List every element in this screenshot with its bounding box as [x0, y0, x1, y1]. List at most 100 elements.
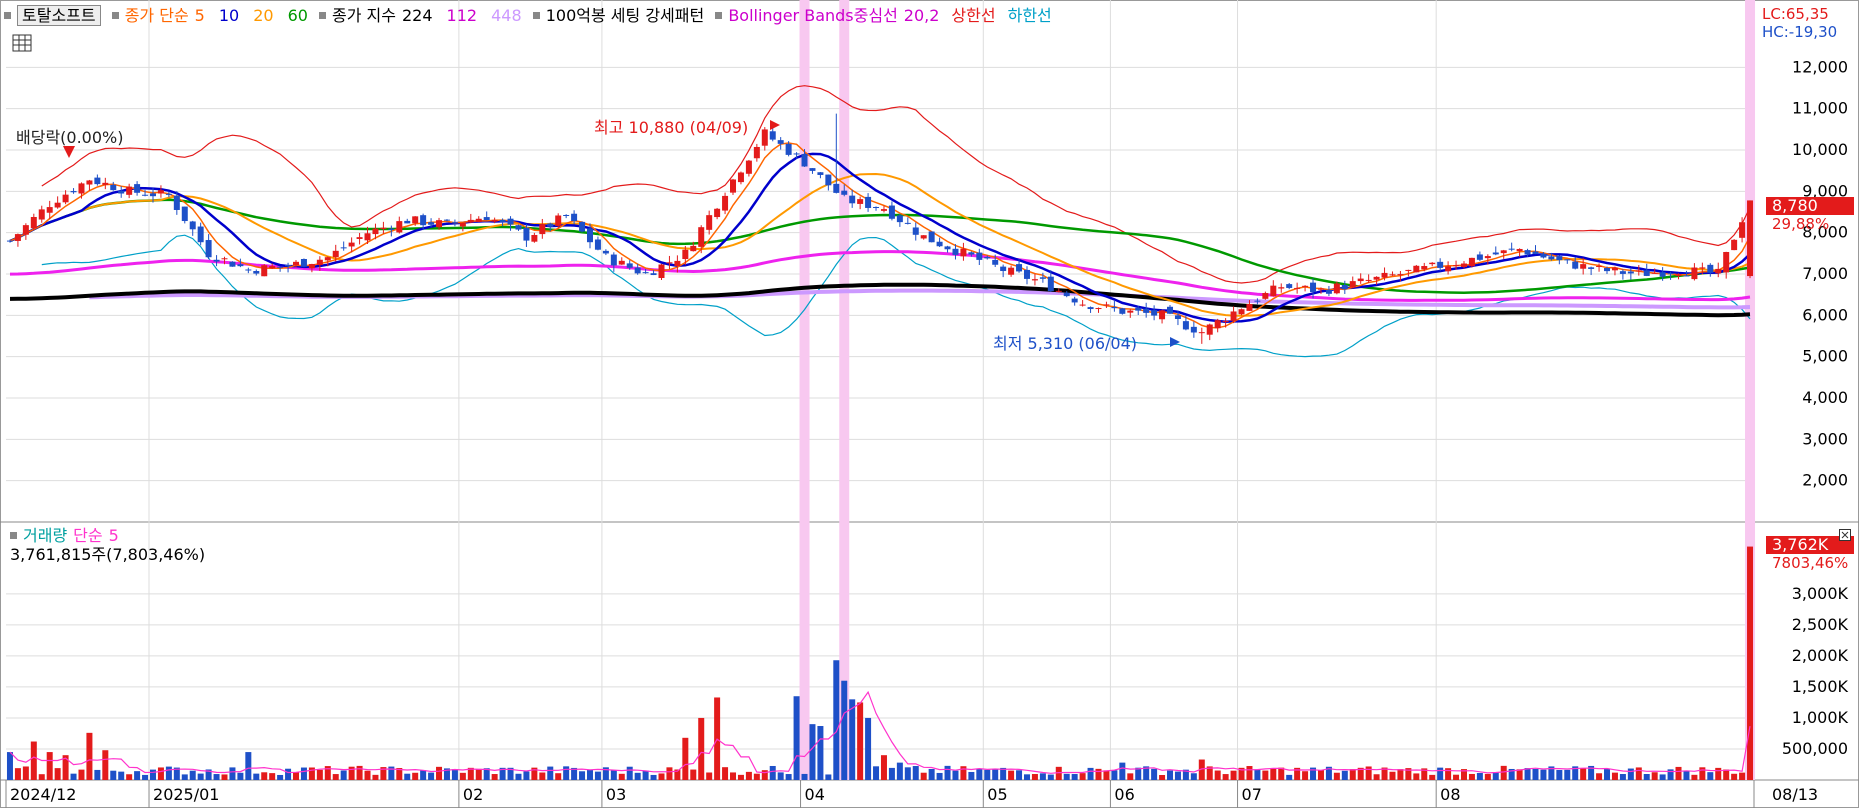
idx-period-448[interactable]: 448 — [491, 6, 522, 25]
candle-body — [1119, 308, 1126, 314]
volume-bar — [436, 766, 443, 780]
candle-body — [1699, 267, 1706, 269]
volume-ma-label[interactable]: 단순 — [73, 526, 102, 545]
candle-body — [976, 252, 983, 260]
candle-body — [523, 227, 530, 241]
volume-bar — [761, 770, 768, 780]
idx-label[interactable]: 종가 지수 — [332, 6, 396, 25]
volume-label[interactable]: 거래량 — [23, 526, 67, 545]
legend-square-icon[interactable] — [715, 12, 723, 19]
volume-tag-change: 7803,46% — [1772, 554, 1849, 572]
candle-body — [420, 215, 427, 226]
volume-bar — [690, 769, 697, 780]
candle-body — [817, 172, 824, 175]
volume-bar — [245, 752, 252, 780]
ma-label[interactable]: 종가 단순 — [125, 6, 189, 25]
volume-bar — [1699, 767, 1706, 780]
volume-bar — [896, 762, 903, 780]
volume-bar — [412, 772, 419, 780]
volume-bar — [14, 768, 21, 780]
candle-body — [1659, 272, 1666, 277]
candle-body — [555, 215, 562, 226]
candle-body — [1016, 264, 1023, 272]
candle-body — [968, 252, 975, 255]
candle-body — [928, 231, 935, 243]
candle-body — [1580, 264, 1587, 269]
bb-lower[interactable]: 하한선 — [1008, 6, 1052, 25]
volume-bar — [706, 772, 713, 780]
volume-ma-period[interactable]: 5 — [109, 526, 119, 545]
candle-body — [602, 250, 609, 254]
legend-square-icon[interactable] — [532, 12, 540, 19]
low-arrow-icon — [1170, 337, 1180, 347]
candle-body — [1214, 320, 1221, 329]
candle-body — [237, 264, 244, 267]
ma-period-10[interactable]: 10 — [219, 6, 239, 25]
candle-body — [94, 177, 101, 185]
candle-body — [102, 182, 109, 185]
volume-tick-label: 3,000K — [1792, 584, 1849, 603]
volume-bar — [269, 773, 276, 780]
volume-bar — [420, 770, 427, 780]
idx-period-112[interactable]: 112 — [447, 6, 478, 25]
bb-label[interactable]: Bollinger Bands중심선 — [728, 6, 897, 25]
volume-bar — [1230, 770, 1237, 780]
legend-square-icon[interactable] — [319, 12, 327, 19]
legend-square-icon[interactable] — [111, 12, 119, 19]
stock-title[interactable]: 토탈소프트 — [17, 5, 101, 26]
volume-bar — [904, 767, 911, 780]
volume-bar — [1373, 774, 1380, 780]
close-icon[interactable] — [1839, 528, 1851, 548]
pattern-label[interactable]: 100억봉 세팅 강세패턴 — [546, 6, 704, 25]
candle-body — [1190, 326, 1197, 333]
ma-period-5[interactable]: 5 — [195, 6, 205, 25]
price-tag: 8,780 — [1766, 196, 1854, 215]
candle-body — [308, 264, 315, 269]
ma-period-60[interactable]: 60 — [288, 6, 308, 25]
candle-body — [475, 218, 482, 222]
volume-bar — [801, 773, 808, 780]
volume-bar — [1119, 762, 1126, 780]
candle-body — [857, 199, 864, 204]
bb-upper[interactable]: 상한선 — [951, 6, 995, 25]
volume-bar — [1723, 769, 1730, 780]
candle-body — [364, 233, 371, 241]
volume-bar — [459, 772, 466, 780]
legend-square-icon[interactable] — [10, 532, 17, 539]
candle-body — [1445, 266, 1452, 272]
candle-body — [285, 265, 292, 267]
volume-bar — [1103, 770, 1110, 780]
chart-canvas[interactable]: 12,00011,00010,0009,0008,0007,0006,0005,… — [0, 0, 1859, 808]
volume-bar — [1564, 769, 1571, 780]
grid-icon[interactable] — [12, 34, 32, 57]
idx-period-224[interactable]: 224 — [402, 6, 433, 25]
volume-bar — [1055, 766, 1062, 780]
candle-body — [992, 259, 999, 265]
ma-period-20[interactable]: 20 — [253, 6, 273, 25]
volume-bar — [563, 766, 570, 780]
volume-bar — [1151, 768, 1158, 780]
candle-body — [634, 267, 641, 274]
volume-bar — [642, 770, 649, 780]
candle-body — [1437, 261, 1444, 268]
legend-square-icon[interactable] — [4, 12, 11, 19]
price-tick-label: 6,000 — [1802, 305, 1848, 324]
volume-bar — [650, 774, 657, 780]
volume-bar — [1127, 773, 1134, 780]
volume-bar — [1532, 768, 1539, 780]
candle-body — [46, 207, 53, 213]
bb-params[interactable]: 20,2 — [904, 6, 940, 25]
candle-body — [499, 219, 506, 222]
candle-body — [1182, 321, 1189, 330]
candle-body — [1540, 253, 1547, 258]
candle-body — [1222, 320, 1229, 322]
volume-bar — [1016, 770, 1023, 780]
candle-body — [1111, 307, 1118, 309]
candle-body — [118, 190, 125, 194]
candle-body — [1341, 284, 1348, 290]
volume-bar — [539, 772, 546, 780]
candle-body — [539, 224, 546, 235]
candle-body — [952, 248, 959, 255]
candle-body — [841, 190, 848, 195]
volume-bar — [134, 771, 141, 780]
